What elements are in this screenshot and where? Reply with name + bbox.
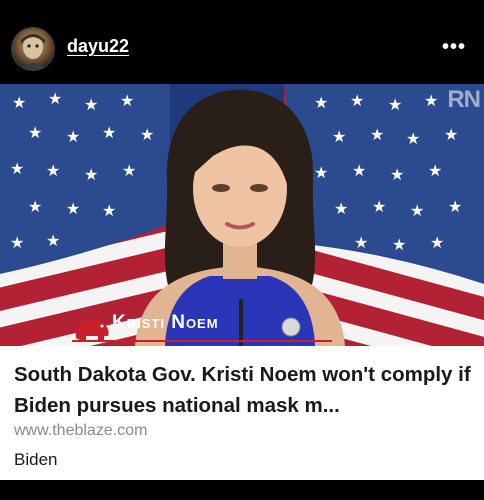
svg-text:★: ★ bbox=[12, 93, 26, 112]
preview-title[interactable]: South Dakota Gov. Kristi Noem won't comp… bbox=[14, 359, 474, 421]
username-link[interactable]: dayu22 bbox=[67, 36, 129, 57]
watermark-logo: RN bbox=[447, 86, 481, 113]
svg-text:★: ★ bbox=[430, 233, 444, 252]
svg-text:★: ★ bbox=[410, 201, 424, 220]
svg-text:★: ★ bbox=[28, 197, 42, 216]
svg-text:★: ★ bbox=[406, 129, 420, 148]
speaker-photo bbox=[135, 90, 345, 346]
image-caption: Kristi Noem bbox=[112, 312, 219, 333]
svg-text:★: ★ bbox=[48, 89, 62, 108]
svg-text:★: ★ bbox=[66, 127, 80, 146]
svg-text:★: ★ bbox=[10, 233, 24, 252]
svg-text:★: ★ bbox=[46, 231, 60, 250]
svg-text:★: ★ bbox=[28, 123, 42, 142]
svg-text:★: ★ bbox=[66, 199, 80, 218]
svg-text:★: ★ bbox=[448, 197, 462, 216]
svg-text:★: ★ bbox=[46, 161, 60, 180]
link-preview-card[interactable]: ★ ★ ★ ★ ★ ★ ★ ★ ★ ★ ★ ★ ★ ★ ★ ★ ★ ★ ★ ★ ★ ★ ★ ★ ★ ★ ★ ★ ★ ★ ★ ★… bbox=[0, 84, 484, 480]
elephant-logo-icon bbox=[75, 319, 109, 340]
avatar[interactable] bbox=[12, 28, 54, 70]
svg-text:★: ★ bbox=[392, 235, 406, 254]
post-header: dayu22 ••• bbox=[0, 0, 484, 84]
svg-text:★: ★ bbox=[10, 159, 24, 178]
svg-text:★: ★ bbox=[390, 165, 404, 184]
svg-text:★: ★ bbox=[424, 91, 438, 110]
svg-text:★: ★ bbox=[444, 125, 458, 144]
svg-text:★: ★ bbox=[388, 95, 402, 114]
preview-domain: www.theblaze.com bbox=[14, 422, 148, 439]
more-options-icon[interactable]: ••• bbox=[442, 36, 466, 59]
preview-image[interactable]: ★ ★ ★ ★ ★ ★ ★ ★ ★ ★ ★ ★ ★ ★ ★ ★ ★ ★ ★ ★ ★ ★ ★ ★ ★ ★ ★ ★ ★ ★ ★ ★… bbox=[0, 84, 484, 346]
svg-text:★: ★ bbox=[428, 161, 442, 180]
preview-tag: Biden bbox=[14, 450, 58, 469]
caption-underline bbox=[72, 340, 332, 342]
